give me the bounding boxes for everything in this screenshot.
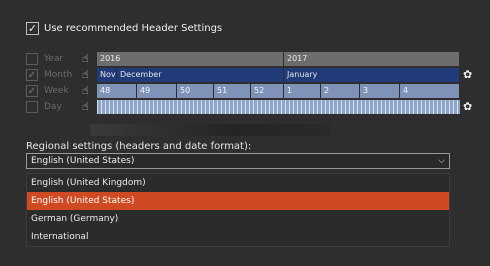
scale-row-day: Day ☝ ✿: [26, 100, 486, 114]
week-scale-bar[interactable]: 48 49 50 51 52 1 2 3 4: [97, 84, 460, 98]
use-recommended-header-settings[interactable]: ✓ Use recommended Header Settings: [26, 22, 222, 35]
week-cell: 52: [251, 84, 284, 98]
regional-options-list: English (United Kingdom) English (United…: [26, 173, 450, 247]
option-english-us[interactable]: English (United States): [27, 192, 449, 210]
day-label: Day: [44, 102, 62, 112]
year-label: Year: [44, 54, 64, 64]
option-english-uk[interactable]: English (United Kingdom): [27, 174, 449, 192]
week-cell: 3: [360, 84, 400, 98]
preview-shadow: [90, 124, 330, 136]
month-cell: Nov: [97, 68, 117, 82]
hand-pointer-icon[interactable]: ☝: [82, 68, 95, 82]
week-cell: 49: [137, 84, 177, 98]
year-scale-bar[interactable]: 2016 2017: [97, 52, 460, 66]
option-german[interactable]: German (Germany): [27, 210, 449, 228]
week-cell: 50: [177, 84, 214, 98]
hand-pointer-icon[interactable]: ☝: [82, 84, 95, 98]
week-checkbox[interactable]: ✓: [26, 85, 38, 97]
week-cell: 51: [214, 84, 251, 98]
month-cell: January: [284, 68, 460, 82]
dropdown-selected-value: English (United States): [31, 156, 135, 166]
chevron-down-icon[interactable]: ⌵: [438, 154, 445, 168]
hand-pointer-icon[interactable]: ☝: [82, 52, 95, 66]
year-checkbox[interactable]: [26, 53, 38, 65]
month-checkbox[interactable]: ✓: [26, 69, 38, 81]
week-cell: 4: [400, 84, 460, 98]
week-cell: 2: [321, 84, 360, 98]
month-scale-bar[interactable]: Nov December January: [97, 68, 460, 82]
year-cell: 2016: [97, 52, 284, 66]
hand-pointer-icon[interactable]: ☝: [82, 100, 95, 114]
use-recommended-label: Use recommended Header Settings: [44, 23, 223, 34]
day-scale-bar[interactable]: [97, 100, 460, 114]
gear-icon[interactable]: ✿: [463, 101, 475, 113]
month-cell: December: [117, 68, 284, 82]
regional-settings-dropdown[interactable]: English (United States) ⌵: [26, 153, 450, 169]
month-label: Month: [44, 70, 73, 80]
header-settings-panel: ✓ Use recommended Header Settings Year ☝…: [0, 0, 490, 266]
regional-settings-label: Regional settings (headers and date form…: [26, 141, 252, 152]
scale-row-year: Year ☝ 2016 2017: [26, 52, 486, 66]
week-cell: 1: [284, 84, 321, 98]
checkmark-icon[interactable]: ✓: [26, 22, 39, 35]
option-international[interactable]: International: [27, 228, 449, 246]
day-checkbox[interactable]: [26, 101, 38, 113]
gear-icon[interactable]: ✿: [463, 69, 475, 81]
week-label: Week: [44, 86, 69, 96]
week-cell: 48: [97, 84, 137, 98]
scale-row-month: ✓ Month ☝ Nov December January ✿: [26, 68, 486, 82]
scale-row-week: ✓ Week ☝ 48 49 50 51 52 1 2 3 4: [26, 84, 486, 98]
year-cell: 2017: [284, 52, 460, 66]
